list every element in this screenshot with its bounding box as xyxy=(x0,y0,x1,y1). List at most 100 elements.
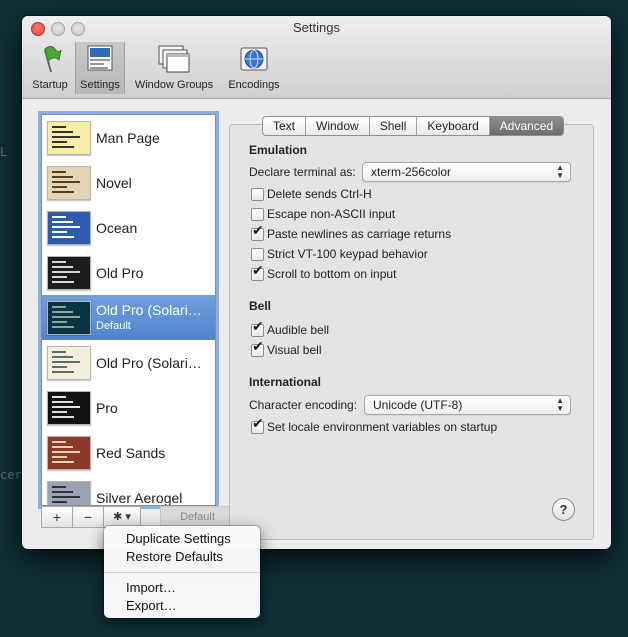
thumbnail-text-line xyxy=(52,411,67,413)
toolbar-window-groups[interactable]: Window Groups xyxy=(129,42,219,94)
thumbnail-text-line xyxy=(52,141,67,143)
menu-separator xyxy=(104,572,260,573)
add-profile-button[interactable]: + xyxy=(41,506,73,528)
checkbox-label: Scroll to bottom on input xyxy=(267,267,397,281)
profile-actions-menu: Duplicate Settings Restore Defaults Impo… xyxy=(104,526,260,618)
profile-row[interactable]: Man Page xyxy=(42,115,215,160)
select-arrows-icon: ▲ ▼ xyxy=(556,163,564,180)
checkbox-label: Visual bell xyxy=(267,343,322,357)
thumbnail-text-line xyxy=(52,136,80,138)
window-groups-icon xyxy=(158,45,190,73)
profile-row[interactable]: Old Pro (Solari… Default xyxy=(42,295,215,340)
tab-advanced[interactable]: Advanced xyxy=(489,117,564,135)
tab-text[interactable]: Text xyxy=(263,117,307,135)
toolbar-settings[interactable]: Settings xyxy=(75,42,125,94)
thumbnail-text-line xyxy=(52,361,80,363)
startup-flag-icon xyxy=(44,46,62,73)
thumbnail-text-line xyxy=(52,486,66,488)
profile-name: Old Pro (Solari… xyxy=(96,355,202,371)
thumbnail-text-line xyxy=(52,316,80,318)
checkmark-icon: ✔ xyxy=(252,262,264,278)
profile-thumbnail xyxy=(47,481,91,505)
help-button[interactable]: ? xyxy=(552,498,575,521)
menu-item-duplicate-settings[interactable]: Duplicate Settings xyxy=(126,531,231,546)
thumbnail-text-line xyxy=(52,276,67,278)
profile-actions-gear-button[interactable]: ✱ ▾ xyxy=(103,506,141,528)
checkbox-box xyxy=(251,208,264,221)
checkbox-label: Audible bell xyxy=(267,323,330,337)
menu-item-restore-defaults[interactable]: Restore Defaults xyxy=(126,549,223,564)
checkmark-icon: ✔ xyxy=(252,415,264,431)
menu-item-export[interactable]: Export… xyxy=(126,598,177,613)
thumbnail-text-line xyxy=(52,171,66,173)
thumbnail-text-line xyxy=(52,126,66,128)
thumbnail-text-line xyxy=(52,191,74,193)
declare-terminal-value: xterm-256color xyxy=(371,165,452,179)
character-encoding-label: Character encoding: xyxy=(249,398,358,412)
encodings-globe-icon xyxy=(240,47,268,71)
bell-heading: Bell xyxy=(249,299,272,313)
profile-row[interactable]: Red Sands xyxy=(42,430,215,475)
thumbnail-text-line xyxy=(52,131,73,133)
tab-keyboard[interactable]: Keyboard xyxy=(417,117,490,135)
thumbnail-text-line xyxy=(52,221,73,223)
checkmark-icon: ✔ xyxy=(252,318,264,334)
title-bar: Settings Startup Settings Window Groups … xyxy=(22,16,611,99)
profile-row[interactable]: Pro xyxy=(42,385,215,430)
checkbox-box xyxy=(251,188,264,201)
thumbnail-text-line xyxy=(52,441,66,443)
character-encoding-select[interactable]: Unicode (UTF-8) ▲ ▼ xyxy=(364,395,571,415)
toolbar-startup[interactable]: Startup xyxy=(28,42,72,94)
remove-profile-button[interactable]: − xyxy=(72,506,104,528)
checkbox-label: Delete sends Ctrl-H xyxy=(267,187,372,201)
thumbnail-text-line xyxy=(52,351,66,353)
emulation-heading: Emulation xyxy=(249,143,308,157)
settings-profiles-icon xyxy=(87,45,113,71)
toolbar-startup-label: Startup xyxy=(32,79,68,91)
settings-window: Settings Startup Settings Window Groups … xyxy=(22,16,611,549)
thumbnail-text-line xyxy=(52,311,73,313)
profile-name: Ocean xyxy=(96,220,138,236)
checkmark-icon: ✔ xyxy=(252,338,264,354)
profile-thumbnail xyxy=(47,166,91,200)
thumbnail-text-line xyxy=(52,186,67,188)
background-terminal-text: L xyxy=(0,145,8,159)
thumbnail-text-line xyxy=(52,326,74,328)
profile-name: Old Pro (Solari… xyxy=(96,302,202,318)
profile-name: Novel xyxy=(96,175,132,191)
profile-row[interactable]: Silver Aerogel xyxy=(42,475,215,505)
toolbar-window-groups-label: Window Groups xyxy=(134,79,214,91)
profile-row[interactable]: Novel xyxy=(42,160,215,205)
checkbox-label: Escape non-ASCII input xyxy=(267,207,396,221)
toolbar-encodings[interactable]: Encodings xyxy=(224,42,284,94)
menu-item-import[interactable]: Import… xyxy=(126,580,176,595)
profile-name: Pro xyxy=(96,400,118,416)
profile-name: Red Sands xyxy=(96,445,166,461)
checkbox-label: Paste newlines as carriage returns xyxy=(267,227,452,241)
tab-window[interactable]: Window xyxy=(306,117,370,135)
character-encoding-value: Unicode (UTF-8) xyxy=(373,398,463,412)
profile-row[interactable]: Ocean xyxy=(42,205,215,250)
international-heading: International xyxy=(249,375,322,389)
profile-row[interactable]: Old Pro (Solari… xyxy=(42,340,215,385)
settings-tabs: Text Window Shell Keyboard Advanced xyxy=(262,116,565,136)
thumbnail-text-line xyxy=(52,446,73,448)
declare-terminal-select[interactable]: xterm-256color ▲ ▼ xyxy=(362,162,571,182)
thumbnail-text-line xyxy=(52,406,80,408)
profile-row[interactable]: Old Pro xyxy=(42,250,215,295)
thumbnail-text-line xyxy=(52,461,74,463)
thumbnail-text-line xyxy=(52,306,66,308)
profile-thumbnail xyxy=(47,256,91,290)
background-terminal-text: cer xyxy=(0,468,22,482)
checkbox-label: Strict VT-100 keypad behavior xyxy=(267,247,428,261)
set-default-button[interactable]: Default xyxy=(160,506,235,528)
profile-list[interactable]: Man Page Novel Ocean Old Pro Old Pro (Solari… xyxy=(41,114,216,506)
window-title: Settings xyxy=(293,20,340,35)
profile-thumbnail xyxy=(47,301,91,335)
set-locale-label: Set locale environment variables on star… xyxy=(267,420,498,434)
toolbar-settings-label: Settings xyxy=(80,79,120,91)
thumbnail-text-line xyxy=(52,236,74,238)
thumbnail-text-line xyxy=(52,501,67,503)
tab-shell[interactable]: Shell xyxy=(370,117,418,135)
thumbnail-text-line xyxy=(52,491,73,493)
